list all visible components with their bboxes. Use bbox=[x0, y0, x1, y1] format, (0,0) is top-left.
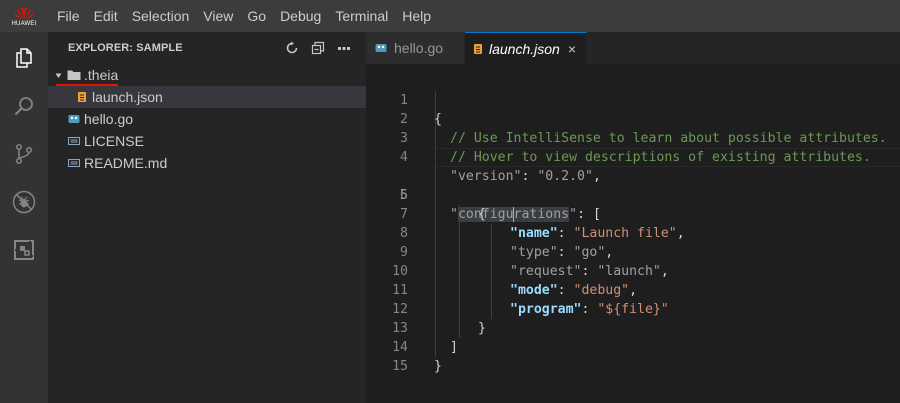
text-file-icon bbox=[67, 134, 81, 148]
tab-bar: hello.go launch.json × bbox=[366, 32, 900, 64]
code-editor[interactable]: 1 { 2 // Use IntelliSense to learn about… bbox=[366, 64, 900, 403]
huawei-logo: HUAWEI bbox=[0, 0, 48, 32]
tree-file-license[interactable]: LICENSE bbox=[48, 130, 366, 152]
code-line: 10 "mode": "debug", bbox=[366, 243, 900, 298]
code-line: 1 { bbox=[366, 72, 900, 127]
chevron-down-icon[interactable] bbox=[53, 72, 63, 79]
tree-label: hello.go bbox=[84, 111, 134, 127]
source-control-icon bbox=[15, 143, 33, 165]
editor-area: hello.go launch.json × 1 { 2 // Use Inte… bbox=[366, 32, 900, 403]
menu-selection[interactable]: Selection bbox=[125, 0, 197, 32]
tree-file-hello-go[interactable]: hello.go bbox=[48, 108, 366, 130]
huawei-logo-icon bbox=[14, 6, 34, 19]
code-line: 6 { bbox=[366, 167, 900, 222]
extensions-icon bbox=[14, 240, 34, 260]
debug-activity[interactable] bbox=[0, 178, 48, 226]
code-line: 15 bbox=[366, 338, 900, 374]
json-file-icon bbox=[473, 42, 483, 56]
tab-label: launch.json bbox=[489, 40, 560, 57]
menu-file[interactable]: File bbox=[48, 0, 87, 32]
go-file-icon bbox=[374, 41, 388, 55]
tree-label: README.md bbox=[84, 155, 168, 171]
menu-debug[interactable]: Debug bbox=[273, 0, 328, 32]
menubar: HUAWEI File Edit Selection View Go Debug… bbox=[0, 0, 900, 32]
code-line: 9 "request": "launch", bbox=[366, 224, 900, 279]
search-icon bbox=[14, 97, 33, 116]
more-actions-button[interactable] bbox=[336, 40, 352, 56]
code-line: 3 // Hover to view descriptions of exist… bbox=[366, 110, 900, 165]
explorer-actions bbox=[284, 32, 352, 64]
markdown-file-icon bbox=[67, 156, 81, 170]
tab-launch-json[interactable]: launch.json × bbox=[465, 32, 587, 64]
code-line: 4 "version": "0.2.0", bbox=[366, 129, 900, 184]
code-line: 8 "type": "go", bbox=[366, 205, 900, 260]
refresh-icon bbox=[286, 41, 298, 54]
file-tree: .theia launch.json hello.go LICENSE READ… bbox=[48, 64, 366, 174]
collapse-all-button[interactable] bbox=[310, 40, 326, 56]
code-line: 14 } bbox=[366, 319, 900, 374]
explorer-title: EXPLORER: SAMPLE bbox=[68, 42, 183, 54]
tree-folder-theia[interactable]: .theia bbox=[48, 64, 366, 86]
search-activity[interactable] bbox=[0, 82, 48, 130]
explorer-header: EXPLORER: SAMPLE bbox=[48, 32, 366, 64]
tab-label: hello.go bbox=[394, 40, 444, 56]
go-file-icon bbox=[67, 112, 81, 126]
current-line-highlight bbox=[432, 148, 900, 167]
tree-label: LICENSE bbox=[84, 133, 144, 149]
tree-file-readme-md[interactable]: README.md bbox=[48, 152, 366, 174]
menu-go[interactable]: Go bbox=[240, 0, 273, 32]
close-icon[interactable]: × bbox=[568, 41, 576, 57]
code-text: } bbox=[434, 359, 442, 374]
explorer-activity[interactable] bbox=[0, 34, 48, 82]
folder-icon bbox=[67, 68, 81, 82]
code-line: 7 "name": "Launch file", bbox=[366, 186, 900, 241]
code-line: 11 "program": "${file}" bbox=[366, 262, 900, 317]
collapse-all-icon bbox=[311, 41, 325, 55]
tree-label: launch.json bbox=[92, 89, 163, 105]
json-file-icon bbox=[75, 90, 89, 104]
tab-hello-go[interactable]: hello.go bbox=[366, 32, 465, 64]
activity-bar bbox=[0, 32, 48, 403]
tree-file-launch-json[interactable]: launch.json bbox=[48, 86, 366, 108]
refresh-button[interactable] bbox=[284, 40, 300, 56]
extensions-activity[interactable] bbox=[0, 226, 48, 274]
menu-edit[interactable]: Edit bbox=[87, 0, 125, 32]
debug-icon bbox=[12, 190, 36, 214]
source-control-activity[interactable] bbox=[0, 130, 48, 178]
files-icon bbox=[16, 48, 32, 68]
tree-label: .theia bbox=[84, 67, 119, 83]
more-icon bbox=[338, 47, 350, 50]
menu-terminal[interactable]: Terminal bbox=[328, 0, 395, 32]
logo-text: HUAWEI bbox=[11, 20, 37, 27]
menu-help[interactable]: Help bbox=[395, 0, 438, 32]
explorer-panel: EXPLORER: SAMPLE .theia launch.json hell… bbox=[48, 32, 366, 403]
code-line-active: 5 "configurations": [ bbox=[366, 148, 900, 222]
code-line: 2 // Use IntelliSense to learn about pos… bbox=[366, 91, 900, 146]
code-line: 13 ] bbox=[366, 300, 900, 355]
code-line: 12 } bbox=[366, 281, 900, 336]
line-number: 15 bbox=[392, 359, 408, 374]
menu-view[interactable]: View bbox=[196, 0, 240, 32]
